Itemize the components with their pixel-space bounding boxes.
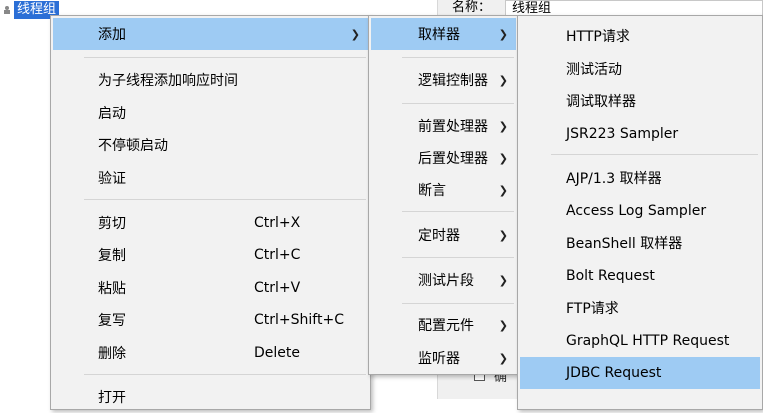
menu-item-label: BeanShell 取样器 — [566, 236, 683, 252]
menu-separator — [84, 199, 366, 200]
menu-item-label: 打开 — [98, 390, 126, 406]
menu-item-shortcut: Ctrl+Shift+C — [254, 312, 344, 328]
menu-item-add[interactable]: 添加 ❯ — [53, 18, 368, 50]
menu-item-label: 复写 — [98, 313, 126, 329]
context-menu: 添加 ❯ 为子线程添加响应时间 启动 不停顿启动 验证 剪切 Ctrl+X 复制… — [50, 15, 371, 410]
menu-item-assertions[interactable]: 断言 ❯ — [371, 174, 516, 206]
add-submenu: 取样器 ❯ 逻辑控制器 ❯ 前置处理器 ❯ 后置处理器 ❯ 断言 ❯ 定时器 ❯… — [368, 15, 519, 375]
chevron-right-icon: ❯ — [498, 228, 508, 242]
menu-item-label: 后置处理器 — [418, 151, 488, 167]
menu-item-label: 剪切 — [98, 216, 126, 232]
menu-item-label: FTP请求 — [566, 301, 619, 317]
menu-item-label: HTTP请求 — [566, 29, 630, 45]
menu-item-label: 删除 — [98, 346, 126, 362]
menu-item-label: 定时器 — [418, 228, 460, 244]
menu-separator — [402, 103, 514, 104]
chevron-right-icon: ❯ — [498, 318, 508, 332]
menu-item-label: 配置元件 — [418, 318, 474, 334]
menu-item-open[interactable]: 打开 — [53, 381, 368, 413]
menu-item-label: Access Log Sampler — [566, 203, 707, 219]
menu-item-label: 验证 — [98, 171, 126, 187]
menu-item-label: 为子线程添加响应时间 — [98, 73, 238, 89]
menu-item-pre-processors[interactable]: 前置处理器 ❯ — [371, 110, 516, 142]
menu-item-label: 测试片段 — [418, 273, 474, 289]
menu-item-label: JDBC Request — [566, 365, 662, 381]
chevron-right-icon: ❯ — [498, 119, 508, 133]
menu-item-config-element[interactable]: 配置元件 ❯ — [371, 309, 516, 341]
menu-item-label: 断言 — [418, 183, 446, 199]
menu-item-logic-controller[interactable]: 逻辑控制器 ❯ — [371, 64, 516, 96]
chevron-right-icon: ❯ — [498, 351, 508, 365]
menu-item-label: JSR223 Sampler — [566, 126, 679, 142]
menu-item-start[interactable]: 启动 — [53, 97, 368, 129]
menu-item-label: 不停顿启动 — [98, 138, 168, 154]
name-label: 名称： — [452, 0, 492, 15]
menu-item-bolt-request[interactable]: Bolt Request — [520, 260, 760, 292]
menu-separator — [402, 303, 514, 304]
menu-item-jdbc-request[interactable]: JDBC Request — [520, 357, 760, 389]
chevron-right-icon: ❯ — [498, 183, 508, 197]
sampler-submenu: HTTP请求 测试活动 调试取样器 JSR223 Sampler AJP/1.3… — [517, 15, 763, 410]
menu-item-shortcut: Ctrl+C — [254, 247, 301, 263]
chevron-right-icon: ❯ — [498, 73, 508, 87]
menu-item-sampler[interactable]: 取样器 ❯ — [371, 18, 516, 50]
menu-item-label: 粘贴 — [98, 281, 126, 297]
menu-item-start-no-pauses[interactable]: 不停顿启动 — [53, 129, 368, 161]
menu-item-ftp-request[interactable]: FTP请求 — [520, 292, 760, 324]
menu-item-delete[interactable]: 删除 Delete — [53, 337, 368, 369]
menu-item-label: AJP/1.3 取样器 — [566, 171, 662, 187]
menu-item-label: 启动 — [98, 106, 126, 122]
menu-item-label: 取样器 — [418, 27, 460, 43]
menu-item-http-request[interactable]: HTTP请求 — [520, 20, 760, 52]
chevron-right-icon: ❯ — [350, 27, 360, 41]
menu-separator — [551, 154, 758, 155]
menu-item-shortcut: Delete — [254, 345, 300, 361]
menu-item-access-log-sampler[interactable]: Access Log Sampler — [520, 195, 760, 227]
menu-item-timer[interactable]: 定时器 ❯ — [371, 219, 516, 251]
menu-item-label: 逻辑控制器 — [418, 73, 488, 89]
thread-group-icon — [4, 6, 10, 14]
menu-item-add-response-time[interactable]: 为子线程添加响应时间 — [53, 64, 368, 96]
menu-item-post-processors[interactable]: 后置处理器 ❯ — [371, 142, 516, 174]
menu-separator — [84, 374, 366, 375]
menu-item-shortcut: Ctrl+V — [254, 280, 301, 296]
menu-item-listener[interactable]: 监听器 ❯ — [371, 342, 516, 374]
menu-item-label: 复制 — [98, 248, 126, 264]
menu-item-debug-sampler[interactable]: 调试取样器 — [520, 85, 760, 117]
menu-item-shortcut: Ctrl+X — [254, 215, 301, 231]
menu-item-validate[interactable]: 验证 — [53, 162, 368, 194]
menu-separator — [402, 211, 514, 212]
chevron-right-icon: ❯ — [498, 151, 508, 165]
chevron-right-icon: ❯ — [498, 273, 508, 287]
menu-item-label: 调试取样器 — [566, 94, 636, 110]
menu-item-jsr223-sampler[interactable]: JSR223 Sampler — [520, 118, 760, 150]
menu-item-cut[interactable]: 剪切 Ctrl+X — [53, 207, 368, 239]
menu-item-label: GraphQL HTTP Request — [566, 333, 730, 349]
menu-item-test-action[interactable]: 测试活动 — [520, 53, 760, 85]
menu-separator — [84, 57, 366, 58]
menu-item-label: 添加 — [98, 27, 126, 43]
menu-item-copy[interactable]: 复制 Ctrl+C — [53, 239, 368, 271]
menu-item-duplicate[interactable]: 复写 Ctrl+Shift+C — [53, 304, 368, 336]
menu-item-test-fragment[interactable]: 测试片段 ❯ — [371, 264, 516, 296]
menu-item-label: 监听器 — [418, 351, 460, 367]
menu-item-beanshell-sampler[interactable]: BeanShell 取样器 — [520, 227, 760, 259]
menu-item-label: 测试活动 — [566, 62, 622, 78]
menu-separator — [402, 257, 514, 258]
menu-item-label: Bolt Request — [566, 268, 655, 284]
menu-item-graphql-http-request[interactable]: GraphQL HTTP Request — [520, 325, 760, 357]
chevron-right-icon: ❯ — [498, 27, 508, 41]
menu-separator — [402, 57, 514, 58]
menu-item-paste[interactable]: 粘贴 Ctrl+V — [53, 272, 368, 304]
menu-item-label: 前置处理器 — [418, 119, 488, 135]
menu-item-ajp-sampler[interactable]: AJP/1.3 取样器 — [520, 162, 760, 194]
